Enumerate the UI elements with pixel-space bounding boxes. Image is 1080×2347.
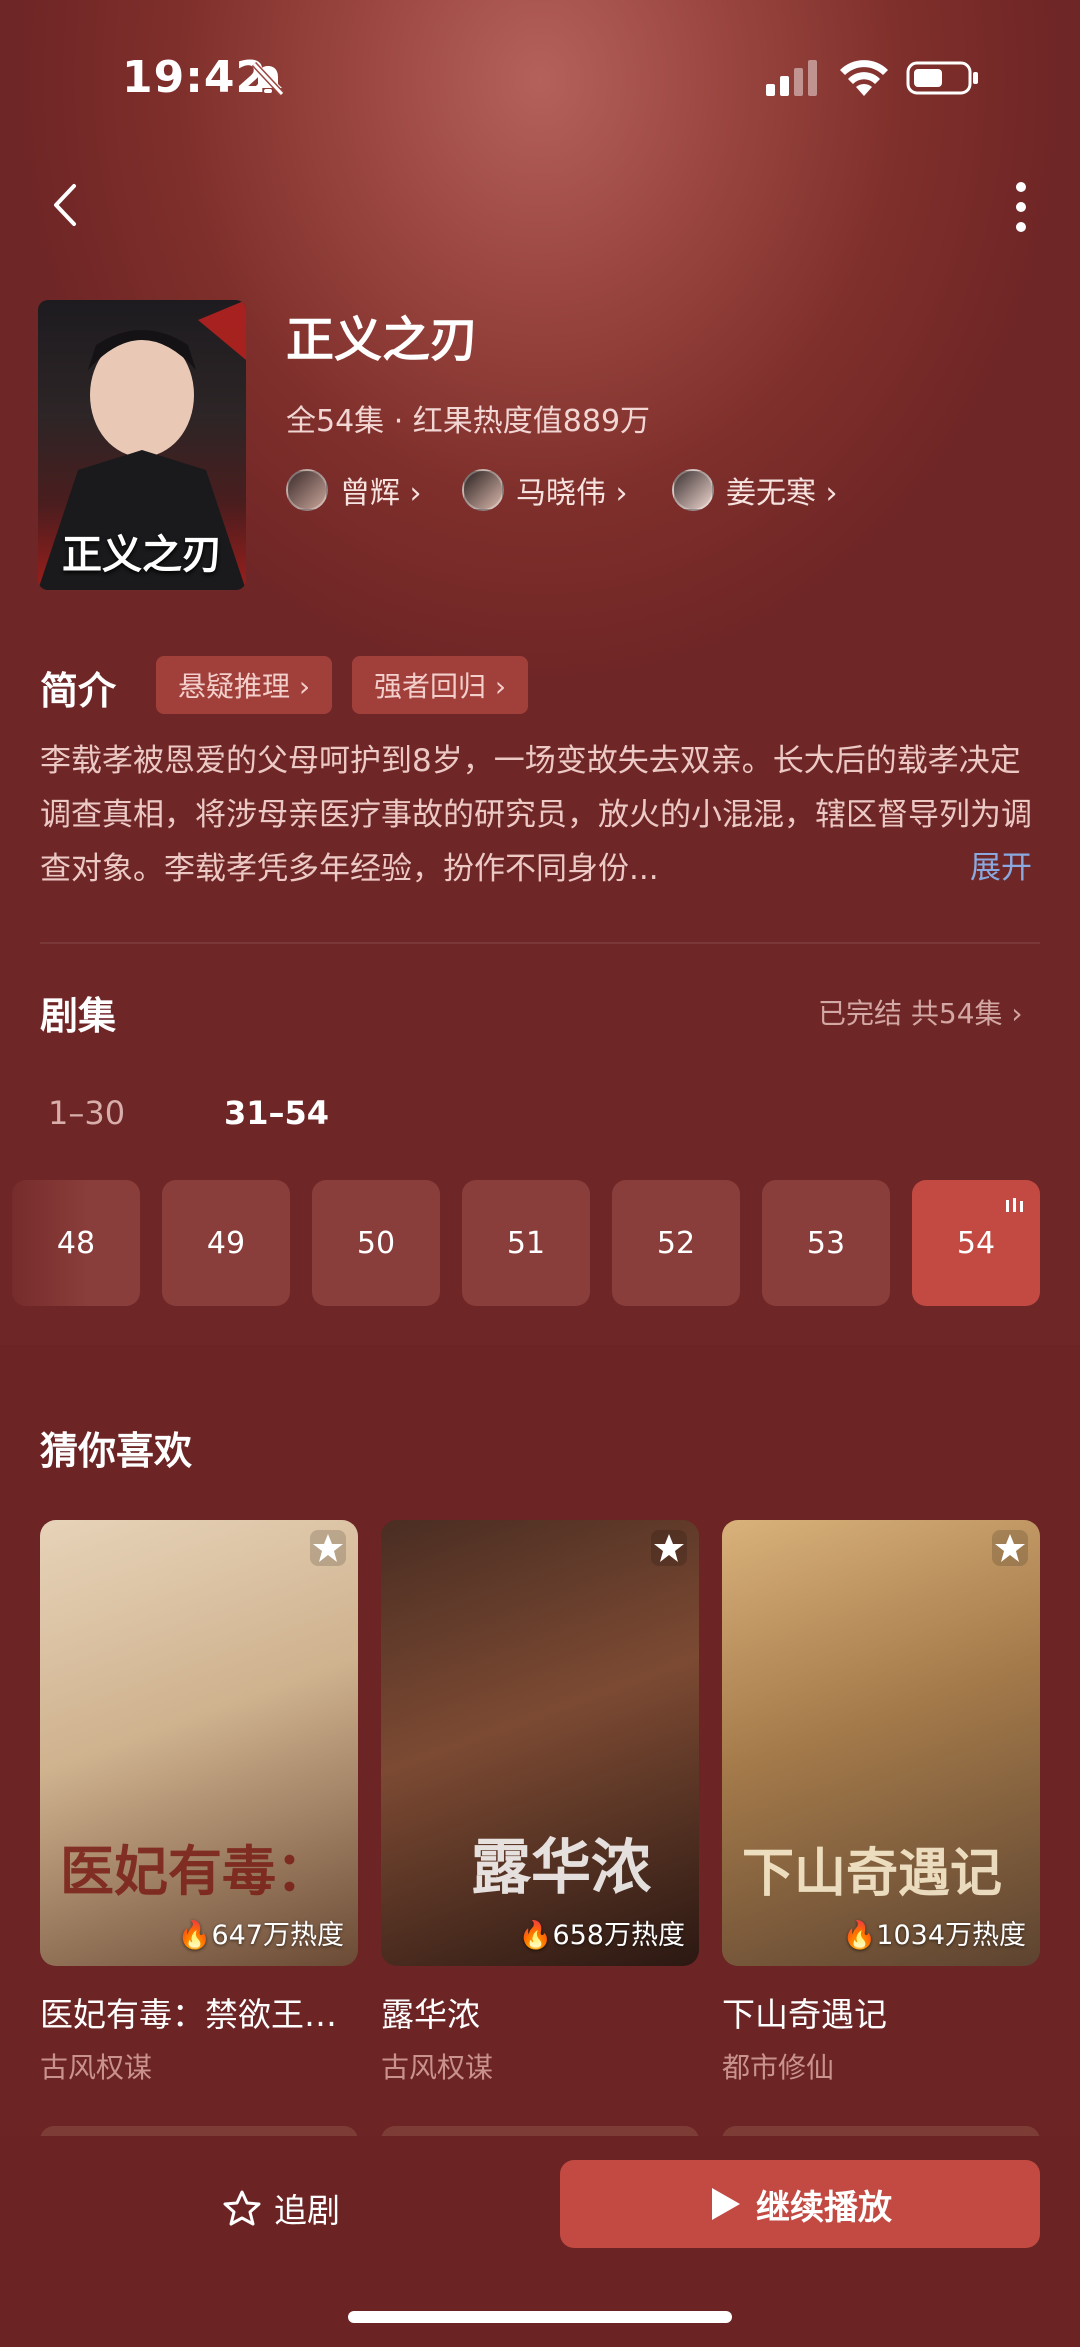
episode-button[interactable]: 49 <box>162 1180 290 1306</box>
drama-poster[interactable]: 正义之刃 <box>38 300 246 590</box>
card-title[interactable]: 医妃有毒：禁欲王… <box>40 1988 337 2036</box>
expand-link[interactable]: 展开 <box>970 842 1032 887</box>
follow-label: 追剧 <box>274 2191 340 2230</box>
actor-chip[interactable]: 曾辉 › <box>286 468 422 512</box>
episodes-status-link[interactable]: 已完结 共54集 › <box>818 992 1023 1032</box>
divider <box>40 942 1040 944</box>
heat-badge: 🔥658万热度 <box>518 1920 685 1951</box>
actor-chip[interactable]: 马晓伟 › <box>462 468 628 512</box>
actor-avatar <box>672 469 714 511</box>
episode-button[interactable]: 50 <box>312 1180 440 1306</box>
star-outline-icon <box>223 2190 261 2226</box>
favorite-star-icon[interactable] <box>651 1530 687 1566</box>
more-options-icon[interactable] <box>1010 180 1032 234</box>
episode-button[interactable]: 53 <box>762 1180 890 1306</box>
actor-name: 姜无寒 › <box>726 476 838 511</box>
now-playing-icon <box>1006 1198 1023 1212</box>
drama-meta: 全54集 · 红果热度值889万 <box>286 404 651 439</box>
favorite-star-icon[interactable] <box>310 1530 346 1566</box>
intro-text: 李载孝被恩爱的父母呵护到8岁，一场变故失去双亲。长大后的载孝决定调查真相，将涉母… <box>40 743 1032 887</box>
episode-button-current[interactable]: 54 <box>912 1180 1040 1306</box>
actor-name: 曾辉 › <box>340 476 422 511</box>
recommend-card[interactable]: 下山奇遇记 🔥1034万热度 <box>722 1520 1040 1966</box>
card-title[interactable]: 下山奇遇记 <box>722 1988 887 2036</box>
range-tab-active[interactable]: 31–54 <box>224 1094 329 1132</box>
status-time: 19:42 <box>122 52 268 103</box>
recommend-heading: 猜你喜欢 <box>40 1429 193 1473</box>
card-cover-title: 下山奇遇记 <box>742 1843 1003 1904</box>
actor-avatar <box>462 469 504 511</box>
actor-name: 马晓伟 › <box>516 476 628 511</box>
episode-button[interactable]: 51 <box>462 1180 590 1306</box>
episode-button[interactable]: 48 <box>12 1180 140 1306</box>
follow-button[interactable]: 追剧 <box>222 2180 340 2236</box>
silent-bell-icon <box>251 62 285 96</box>
range-tab[interactable]: 1–30 <box>48 1094 125 1132</box>
poster-title-art: 正义之刃 <box>62 531 222 578</box>
cellular-signal-icon <box>766 60 817 96</box>
episodes-heading: 剧集 <box>40 994 117 1038</box>
continue-play-button[interactable]: 继续播放 <box>560 2160 1040 2248</box>
play-label: 继续播放 <box>756 2187 892 2228</box>
genre-tag[interactable]: 悬疑推理 › <box>156 656 333 714</box>
actor-chip[interactable]: 姜无寒 › <box>672 468 838 512</box>
card-category: 都市修仙 <box>722 2051 835 2084</box>
home-indicator[interactable] <box>348 2311 732 2323</box>
play-icon <box>712 2188 740 2220</box>
card-category: 古风权谋 <box>381 2051 494 2084</box>
episode-button[interactable]: 52 <box>612 1180 740 1306</box>
genre-tag[interactable]: 强者回归 › <box>352 656 529 714</box>
heat-badge: 🔥1034万热度 <box>842 1920 1026 1951</box>
back-arrow-icon[interactable] <box>48 180 82 230</box>
actor-avatar <box>286 469 328 511</box>
card-cover-title: 医妃有毒： <box>60 1839 330 1903</box>
battery-icon <box>906 61 978 95</box>
intro-heading: 简介 <box>40 669 117 713</box>
recommend-card[interactable]: 露华浓 🔥658万热度 <box>381 1520 699 1966</box>
drama-title: 正义之刃 <box>286 312 479 368</box>
favorite-star-icon[interactable] <box>992 1530 1028 1566</box>
wifi-icon <box>840 60 888 96</box>
card-title[interactable]: 露华浓 <box>381 1988 480 2036</box>
card-category: 古风权谋 <box>40 2051 153 2084</box>
recommend-card[interactable]: 医妃有毒： 🔥647万热度 <box>40 1520 358 1966</box>
heat-badge: 🔥647万热度 <box>177 1920 344 1951</box>
card-cover-title: 露华浓 <box>471 1833 651 1903</box>
